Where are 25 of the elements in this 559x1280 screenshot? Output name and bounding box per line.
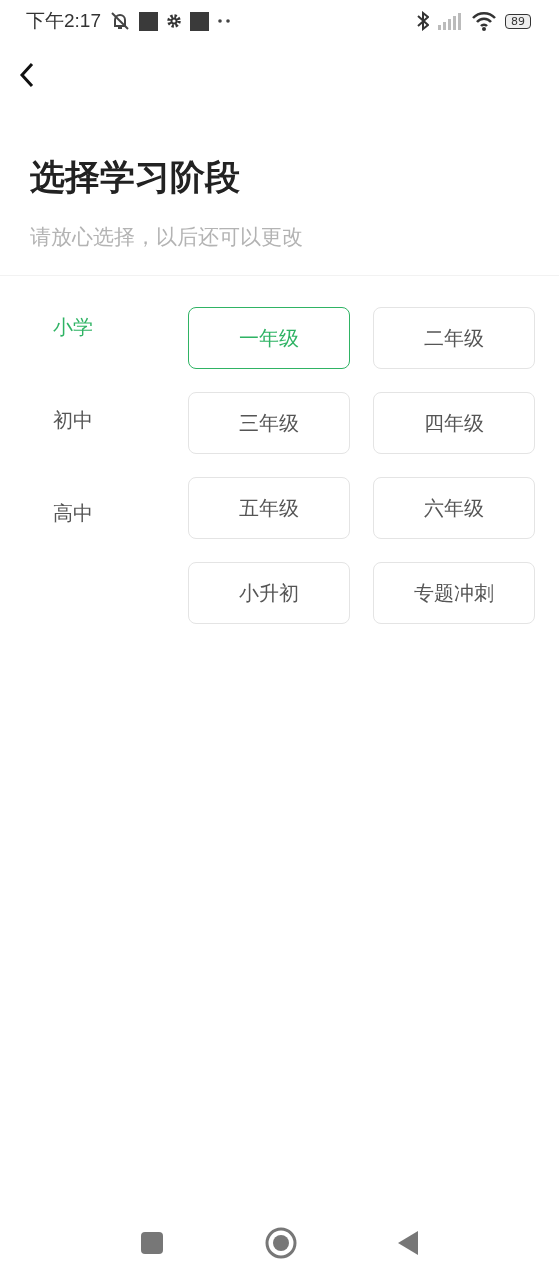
muted-bell-icon (109, 11, 131, 31)
grade-option[interactable]: 六年级 (373, 477, 535, 539)
battery-indicator: 89 (505, 13, 531, 29)
page-subtitle: 请放心选择，以后还可以更改 (30, 224, 304, 251)
grade-option[interactable]: 二年级 (373, 307, 535, 369)
notification-icon (190, 11, 209, 31)
more-dots-icon (217, 18, 231, 24)
bluetooth-icon (417, 11, 429, 31)
signal-icon (437, 12, 463, 30)
status-time: 下午2:17 (26, 9, 101, 33)
back-triangle-icon[interactable] (397, 1230, 419, 1256)
recents-icon[interactable] (140, 1231, 164, 1255)
grade-option[interactable]: 三年级 (188, 392, 350, 454)
wifi-icon (471, 11, 497, 31)
gear-icon (166, 13, 182, 29)
grade-option[interactable]: 专题冲刺 (373, 562, 535, 624)
notification-icon (139, 11, 158, 31)
grade-option[interactable]: 小升初 (188, 562, 350, 624)
home-icon[interactable] (264, 1227, 297, 1259)
grade-option[interactable]: 五年级 (188, 477, 350, 539)
stage-tab[interactable]: 初中 (53, 407, 93, 434)
page-title: 选择学习阶段 (30, 156, 241, 199)
back-icon[interactable] (18, 61, 36, 89)
grade-option[interactable]: 四年级 (373, 392, 535, 454)
stage-tab[interactable]: 高中 (53, 500, 93, 527)
